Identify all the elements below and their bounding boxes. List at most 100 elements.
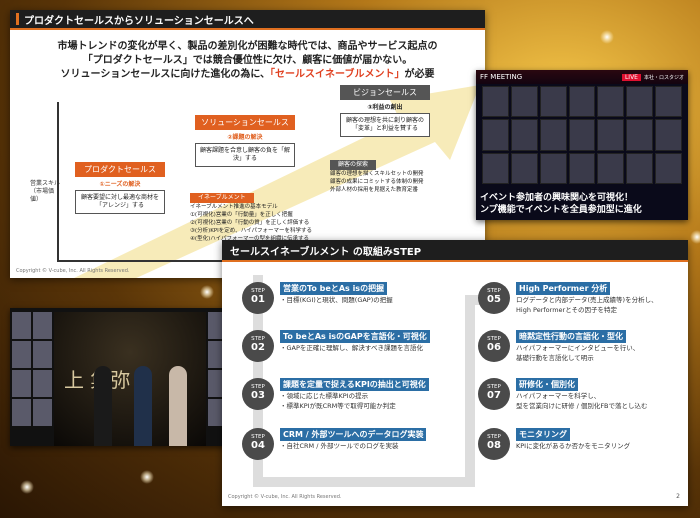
step-description: KPIに変化があるか否かをモニタリング <box>516 442 631 450</box>
enablement-title: イネーブルメント推進の基本モデル <box>190 204 278 210</box>
participant-tile <box>568 119 596 151</box>
intro-highlight: 「セールスイネーブルメント」 <box>270 69 405 80</box>
enablement-model: イネーブルメント イネーブルメント推進の基本モデル ①(可視化)営業の「行動量」… <box>190 193 312 243</box>
participant-tile <box>12 370 31 397</box>
y-axis-label: 営業スキル（市場価値） <box>30 180 61 203</box>
step-description: ・目標(KGI)と現状、問題(GAP)の把握 <box>280 296 393 304</box>
participant-tile <box>539 86 567 118</box>
participant-column-left <box>12 312 52 426</box>
step-title: High Performer 分析 <box>516 282 611 295</box>
participant-tile <box>655 119 682 151</box>
stage-photo: 上 集弥 <box>10 308 250 446</box>
participant-tile <box>510 152 538 184</box>
stage-description: 顧客要望に対し最適な商材を「アレンジ」する <box>75 190 165 214</box>
presenter <box>169 366 187 446</box>
step-08: STEP 08 モニタリング KPIに変化があるか否かをモニタリング <box>478 428 688 470</box>
step-number: 05 <box>487 294 501 305</box>
presenter <box>94 366 112 446</box>
participant-tile <box>482 152 509 184</box>
stage-vision-sales: ビジョンセールス ③利益の創出 顧客の理想を共に創り顧客の「変革」と利益を賛する <box>340 85 430 137</box>
stage-subtitle: ①ニーズの解決 <box>99 181 141 188</box>
video-caption: イベント参加者の興味関心を可視化！ ンプ機能でイベントを全員参加型に進化 <box>480 192 684 216</box>
participant-grid <box>482 86 682 184</box>
participant-tile <box>12 312 31 339</box>
participant-tile <box>597 86 625 118</box>
intro-text: ソリューションセールスに向けた進化の為に、 <box>60 69 271 80</box>
participant-tile <box>655 86 682 118</box>
participant-tile <box>482 119 509 151</box>
step-05: STEP 05 High Performer 分析 ログデータと内部データ(売上成… <box>478 282 688 324</box>
step-description: ・領域に応じた標準KPIの提示 ・標準KPIが既CRM等で取得可能か判定 <box>280 392 396 410</box>
step-description: ・自社CRM / 外部ツールでのログを実装 <box>280 442 399 450</box>
step-title: 営業のTo beとAs isの把握 <box>280 282 388 295</box>
video-banner: FF MEETING LIVE 本社・ロスタジオ <box>476 70 688 84</box>
customer-item: 顧客の成果にコミットする体制の開発 <box>330 179 424 185</box>
live-group: LIVE 本社・ロスタジオ <box>621 73 684 81</box>
step-badge: STEP 01 <box>242 282 274 314</box>
step-title: 研修化・個別化 <box>516 378 578 391</box>
sparkle-icon <box>690 230 700 244</box>
page-number: 2 <box>676 493 680 500</box>
participant-tile <box>626 152 654 184</box>
participant-tile <box>510 86 538 118</box>
participant-tile <box>510 119 538 151</box>
step-title: To beとAs isのGAPを言語化・可視化 <box>280 330 430 343</box>
participant-tile <box>33 341 52 368</box>
participant-tile <box>597 152 625 184</box>
enablement-item: ①(可視化)営業の「行動量」を正しく把握 <box>190 212 293 218</box>
intro-line: 市場トレンドの変化が早く、製品の差別化が困難な時代では、商品やサービス起点の <box>57 41 438 52</box>
step-number: 04 <box>251 440 265 451</box>
enablement-item: ②(可視化)営業の「行動の質」を正しく評価する <box>190 220 310 226</box>
participant-tile <box>33 399 52 426</box>
step-01: STEP 01 営業のTo beとAs isの把握 ・目標(KGI)と現状、問題(… <box>242 282 452 324</box>
sub-banner: 本社・ロスタジオ <box>643 74 684 81</box>
stage-description: 顧客課題を合意し顧客の負を「解決」する <box>195 143 295 167</box>
stage-solution-sales: ソリューションセールス ②課題の解決 顧客課題を合意し顧客の負を「解決」する <box>195 115 295 167</box>
sparkle-icon <box>20 480 34 494</box>
copyright: Copyright © V-cube, Inc. All Rights Rese… <box>16 268 130 274</box>
stage-product-sales: プロダクトセールス ①ニーズの解決 顧客要望に対し最適な商材を「アレンジ」する <box>75 162 165 214</box>
flow-connector <box>465 295 475 487</box>
slide-header: セールスイネーブルメント の取組みSTEP <box>222 240 688 262</box>
slide-product-to-solution: プロダクトセールスからソリューションセールスへ 市場トレンドの変化が早く、製品の… <box>10 10 485 278</box>
caption-line: イベント参加者の興味関心を可視化！ <box>480 193 634 203</box>
step-number: 07 <box>487 390 501 401</box>
step-06: STEP 06 暗黙定性行動の言語化・型化 ハイパフォーマーにインタビューを行い、… <box>478 330 688 372</box>
slide-title: セールスイネーブルメント の取組みSTEP <box>230 246 422 258</box>
participant-tile <box>597 119 625 151</box>
step-number: 01 <box>251 294 265 305</box>
participant-tile <box>33 370 52 397</box>
stage-title: ビジョンセールス <box>340 85 430 100</box>
participant-tile <box>655 152 682 184</box>
step-title: CRM / 外部ツールへのデータログ実装 <box>280 428 427 441</box>
slide-enablement-steps: セールスイネーブルメント の取組みSTEP STEP 01 営業のTo beとAs… <box>222 240 688 506</box>
flow-connector <box>253 477 475 487</box>
sparkle-icon <box>200 285 214 299</box>
customer-search: 顧客の探索 顧客の理想を描くスキルセットの開発 顧客の成果にコミットする体制の開… <box>330 160 424 194</box>
participant-tile <box>12 341 31 368</box>
participant-tile <box>539 119 567 151</box>
step-badge: STEP 06 <box>478 330 510 362</box>
step-title: モニタリング <box>516 428 570 441</box>
sparkle-icon <box>600 30 614 44</box>
step-04: STEP 04 CRM / 外部ツールへのデータログ実装 ・自社CRM / 外部ツ… <box>242 428 452 470</box>
copyright: Copyright © V-cube, Inc. All Rights Rese… <box>228 494 342 500</box>
customer-tag: 顧客の探索 <box>330 160 377 170</box>
step-description: ハイパフォーマーにインタビューを行い、 基礎行動を言語化して明示 <box>516 344 640 362</box>
intro-text: が必要 <box>404 69 435 80</box>
step-number: 02 <box>251 342 265 353</box>
banner-text: FF MEETING <box>480 73 523 81</box>
step-number: 06 <box>487 342 501 353</box>
step-07: STEP 07 研修化・個別化 ハイパフォーマーを科学し、 型を営業向けに研修 /… <box>478 378 688 420</box>
step-number: 08 <box>487 440 501 451</box>
step-badge: STEP 04 <box>242 428 274 460</box>
stage-subtitle: ③利益の創出 <box>367 104 403 111</box>
step-description: ハイパフォーマーを科学し、 型を営業向けに研修 / 個別化FBで落とし込む <box>516 392 648 410</box>
slide-header: プロダクトセールスからソリューションセールスへ <box>10 10 485 30</box>
stage-subtitle: ②課題の解決 <box>227 134 263 141</box>
participant-tile <box>33 312 52 339</box>
participant-tile <box>568 86 596 118</box>
header-accent-bar <box>16 13 19 25</box>
participant-tile <box>12 399 31 426</box>
caption-line: ンプ機能でイベントを全員参加型に進化 <box>480 205 642 215</box>
